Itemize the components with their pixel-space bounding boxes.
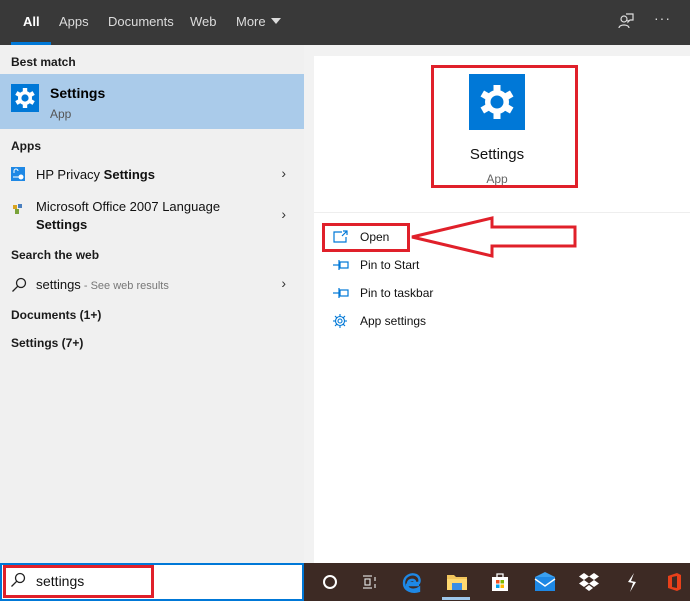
web-search-suffix: - See web results	[80, 280, 169, 292]
gear-icon	[11, 84, 39, 112]
tab-web[interactable]: Web	[190, 0, 217, 45]
file-explorer-active-indicator	[442, 597, 470, 600]
app-result-office-language[interactable]: Microsoft Office 2007 Language Settings ›	[0, 197, 304, 237]
more-options-icon[interactable]: ···	[654, 10, 674, 30]
annotation-box-preview	[431, 65, 578, 188]
annotation-arrow-icon	[411, 216, 577, 258]
annotation-box-open	[322, 223, 410, 252]
web-search-label: settings - See web results	[36, 276, 169, 295]
bolt-app-icon[interactable]	[612, 563, 652, 601]
chevron-right-icon[interactable]: ›	[281, 206, 286, 222]
tab-documents[interactable]: Documents	[108, 0, 174, 45]
office-language-icon	[12, 202, 24, 214]
pin-to-taskbar-label: Pin to taskbar	[360, 286, 434, 300]
best-match-item[interactable]: Settings App	[0, 74, 304, 129]
chevron-right-icon[interactable]: ›	[281, 165, 286, 181]
app-result-match: Settings	[103, 167, 155, 182]
app-result-match: Settings	[36, 217, 88, 232]
preview-divider	[314, 212, 690, 213]
caret-down-icon	[270, 18, 281, 24]
edge-icon[interactable]	[392, 563, 432, 601]
tab-documents-label: Documents	[108, 14, 174, 29]
web-search-result[interactable]: settings - See web results ›	[0, 273, 304, 297]
settings-header[interactable]: Settings (7+)	[11, 336, 83, 350]
pin-icon	[332, 257, 350, 273]
file-explorer-icon[interactable]	[436, 563, 476, 601]
pin-to-taskbar-action[interactable]: Pin to taskbar	[332, 283, 452, 305]
feedback-icon[interactable]	[617, 12, 637, 32]
gear-outline-icon	[332, 313, 350, 329]
office-icon[interactable]	[654, 563, 690, 601]
search-scope-bar: All Apps Documents Web More ···	[0, 0, 690, 45]
hp-privacy-icon	[11, 167, 25, 181]
results-panel: Best match Settings App Apps HP Privacy …	[0, 45, 304, 563]
app-result-prefix: Microsoft Office 2007 Language	[36, 199, 221, 214]
more-options-glyph: ···	[654, 10, 671, 26]
tab-web-label: Web	[190, 14, 217, 29]
mail-icon[interactable]	[524, 563, 564, 601]
search-web-header: Search the web	[11, 248, 100, 262]
web-search-query: settings	[36, 277, 81, 292]
taskbar	[304, 563, 690, 601]
documents-header[interactable]: Documents (1+)	[11, 308, 101, 322]
tab-more-label: More	[236, 14, 266, 29]
best-match-title: Settings	[50, 85, 106, 101]
tab-apps[interactable]: Apps	[59, 0, 89, 45]
pin-to-start-label: Pin to Start	[360, 258, 420, 272]
apps-header: Apps	[11, 139, 41, 153]
app-result-label: HP Privacy Settings	[36, 166, 155, 184]
panel-gap-top	[314, 45, 690, 56]
chevron-right-icon[interactable]: ›	[281, 275, 286, 291]
search-icon	[11, 277, 27, 293]
dropbox-icon[interactable]	[568, 563, 608, 601]
tab-more[interactable]: More	[236, 0, 281, 45]
app-result-prefix: HP Privacy	[36, 167, 104, 182]
tab-all[interactable]: All	[11, 0, 51, 45]
app-result-label: Microsoft Office 2007 Language Settings	[36, 198, 220, 234]
windows-search-window: All Apps Documents Web More ··· Best mat…	[0, 0, 690, 601]
best-match-subtitle: App	[50, 107, 72, 121]
cortana-icon[interactable]	[310, 563, 350, 601]
app-settings-label: App settings	[360, 314, 427, 328]
annotation-box-search	[3, 565, 154, 598]
panel-gap	[304, 45, 314, 563]
store-icon[interactable]	[480, 563, 520, 601]
app-result-hp-privacy[interactable]: HP Privacy Settings ›	[0, 163, 304, 187]
app-settings-action[interactable]: App settings	[332, 311, 452, 333]
best-match-header: Best match	[11, 55, 76, 69]
tab-all-label: All	[23, 14, 40, 29]
tab-apps-label: Apps	[59, 14, 89, 29]
task-view-icon[interactable]	[350, 563, 390, 601]
pin-icon	[332, 285, 350, 301]
